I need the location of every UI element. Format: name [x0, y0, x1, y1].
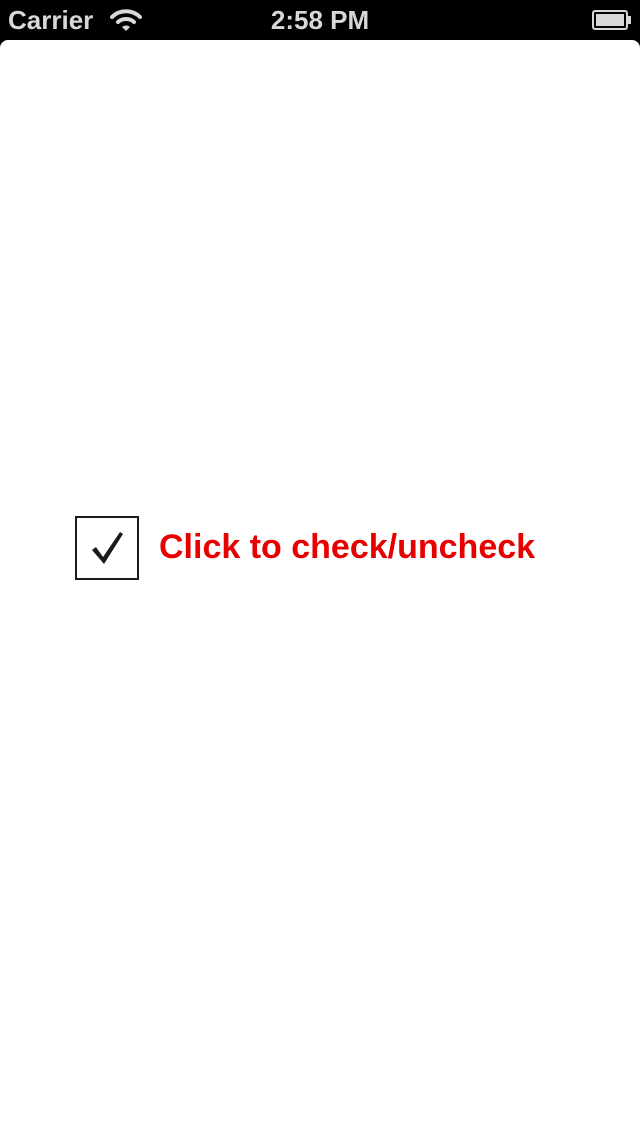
app-screen [0, 40, 640, 1136]
check-toggle-checkbox[interactable] [75, 516, 139, 580]
status-time: 2:58 PM [270, 5, 370, 35]
checkmark-icon [92, 532, 123, 564]
checkbox-row[interactable]: Click to check/uncheck [75, 516, 575, 580]
checkbox-label[interactable]: Click to check/uncheck [159, 527, 535, 567]
battery-icon [592, 10, 631, 30]
status-bar: Carrier 2:58 PM [0, 0, 640, 40]
